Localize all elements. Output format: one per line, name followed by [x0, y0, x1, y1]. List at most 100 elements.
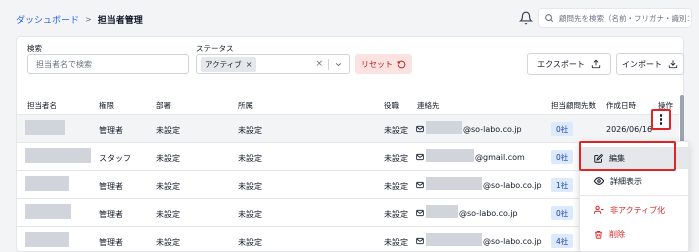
redacted-name: [25, 120, 65, 135]
affiliation-cell: 未設定: [238, 182, 262, 191]
user-minus-icon: [594, 205, 604, 214]
header-role[interactable]: 権限: [99, 100, 114, 111]
mail-icon: [416, 125, 424, 133]
page-title: 担当者管理: [97, 16, 143, 26]
clients-count-badge: 0社: [551, 206, 574, 220]
keyword-label: 検索: [27, 44, 42, 53]
affiliation-cell: 未設定: [238, 210, 262, 219]
menu-item-deactivate-label: 非アクティブ化: [610, 205, 666, 215]
department-cell: 未設定: [156, 210, 180, 219]
status-chip-label: アクティブ: [205, 59, 242, 69]
import-button[interactable]: インポート: [616, 53, 684, 75]
export-button[interactable]: エクスポート: [527, 53, 611, 75]
role-cell: 管理者: [99, 182, 123, 191]
breadcrumb-dashboard-link[interactable]: ダッシュボード: [16, 13, 79, 26]
redacted-email-local: [426, 233, 482, 246]
select-divider: [328, 59, 329, 70]
position-cell: 未設定: [384, 126, 408, 135]
bell-icon[interactable]: [519, 11, 533, 25]
redacted-email-local: [426, 121, 462, 134]
kebab-dot: [659, 118, 663, 121]
role-cell: スタッフ: [99, 154, 131, 163]
email-domain[interactable]: @so-labo.co.jp: [483, 237, 542, 246]
reset-button[interactable]: リセット: [355, 54, 412, 74]
import-button-label: インポート: [622, 59, 662, 69]
header-created[interactable]: 作成日時: [606, 100, 636, 111]
department-cell: 未設定: [156, 182, 180, 191]
status-label: ステータス: [196, 44, 234, 53]
menu-item-details-label: 詳細表示: [610, 176, 642, 186]
export-button-label: エクスポート: [537, 59, 585, 69]
affiliation-cell: 未設定: [238, 154, 262, 163]
menu-item-edit-label: 編集: [609, 153, 625, 163]
department-cell: 未設定: [156, 238, 180, 247]
kebab-dot: [659, 122, 663, 125]
breadcrumb-separator: >: [85, 15, 92, 24]
status-select[interactable]: アクティブ × ×: [196, 54, 350, 74]
menu-item-deactivate[interactable]: 非アクティブ化: [580, 199, 688, 221]
email-domain[interactable]: @so-labo.co.jp: [463, 125, 522, 134]
filter-bar: 検索 ステータス アクティブ × × リセット エクスポート インポート: [17, 37, 684, 87]
email-domain[interactable]: @so-labo.co.jp: [483, 181, 542, 190]
search-icon: [545, 14, 554, 23]
affiliation-cell: 未設定: [238, 126, 262, 135]
redacted-name: [25, 204, 71, 219]
redacted-name: [25, 148, 91, 163]
row-actions-button[interactable]: [651, 109, 671, 130]
redacted-email-local: [426, 149, 474, 162]
header-position[interactable]: 役職: [384, 100, 399, 111]
role-cell: 管理者: [99, 238, 123, 247]
position-cell: 未設定: [384, 238, 408, 247]
redacted-name: [25, 176, 69, 191]
header-clients[interactable]: 担当顧問先数: [551, 100, 596, 111]
status-chip-active: アクティブ ×: [201, 56, 257, 72]
menu-item-delete-label: 削除: [609, 229, 625, 239]
kebab-dot: [659, 114, 663, 117]
clients-count-badge: 1社: [551, 178, 574, 192]
header-contact[interactable]: 連絡先: [417, 100, 440, 111]
department-cell: 未設定: [156, 154, 180, 163]
row-actions-menu: 編集 詳細表示 非アクティブ化 削除: [579, 141, 689, 252]
menu-item-delete[interactable]: 削除: [580, 223, 688, 245]
menu-item-details[interactable]: 詳細表示: [580, 170, 688, 192]
header-affiliation[interactable]: 所属: [238, 100, 253, 111]
header-name[interactable]: 担当者名: [27, 100, 57, 111]
top-bar: ダッシュボード > 担当者管理: [0, 0, 699, 36]
client-search-box[interactable]: [538, 8, 692, 28]
edit-icon: [594, 153, 603, 163]
table-header: 担当者名 権限 部署 所属 役職 連絡先 担当顧問先数 作成日時 操作: [17, 91, 679, 115]
redacted-name: [25, 232, 69, 247]
menu-divider: [580, 195, 688, 196]
upload-icon: [591, 59, 601, 69]
reset-button-label: リセット: [361, 59, 393, 69]
clients-count-badge: 4社: [551, 234, 574, 248]
trash-icon: [595, 230, 602, 239]
mail-icon: [416, 153, 424, 161]
breadcrumb: ダッシュボード > 担当者管理: [16, 13, 143, 26]
menu-item-edit[interactable]: 編集: [580, 147, 688, 169]
client-search-input[interactable]: [559, 13, 689, 23]
staff-name-search-input[interactable]: [27, 54, 189, 74]
clear-icon[interactable]: ×: [315, 59, 323, 69]
chevron-down-icon[interactable]: [334, 60, 343, 69]
clients-count-badge: 0社: [551, 122, 574, 136]
redacted-email-local: [426, 205, 458, 218]
mail-icon: [416, 209, 424, 217]
mail-icon: [416, 181, 424, 189]
affiliation-cell: 未設定: [238, 238, 262, 247]
position-cell: 未設定: [384, 210, 408, 219]
email-domain[interactable]: @so-labo.co.jp: [459, 209, 518, 218]
role-cell: 管理者: [99, 210, 123, 219]
header-department[interactable]: 部署: [156, 100, 171, 111]
table-row[interactable]: 管理者 未設定 未設定 未設定 @so-labo.co.jp 0社 2026/0…: [17, 115, 679, 143]
role-cell: 管理者: [99, 126, 123, 135]
department-cell: 未設定: [156, 126, 180, 135]
position-cell: 未設定: [384, 182, 408, 191]
mail-icon: [416, 237, 424, 245]
chip-remove-icon[interactable]: ×: [246, 60, 253, 69]
redacted-email-local: [426, 177, 482, 190]
email-domain[interactable]: @gmail.com: [475, 153, 525, 162]
eye-icon: [594, 177, 604, 185]
created-date: 2026/06/16: [606, 125, 653, 134]
reset-icon: [397, 60, 406, 68]
